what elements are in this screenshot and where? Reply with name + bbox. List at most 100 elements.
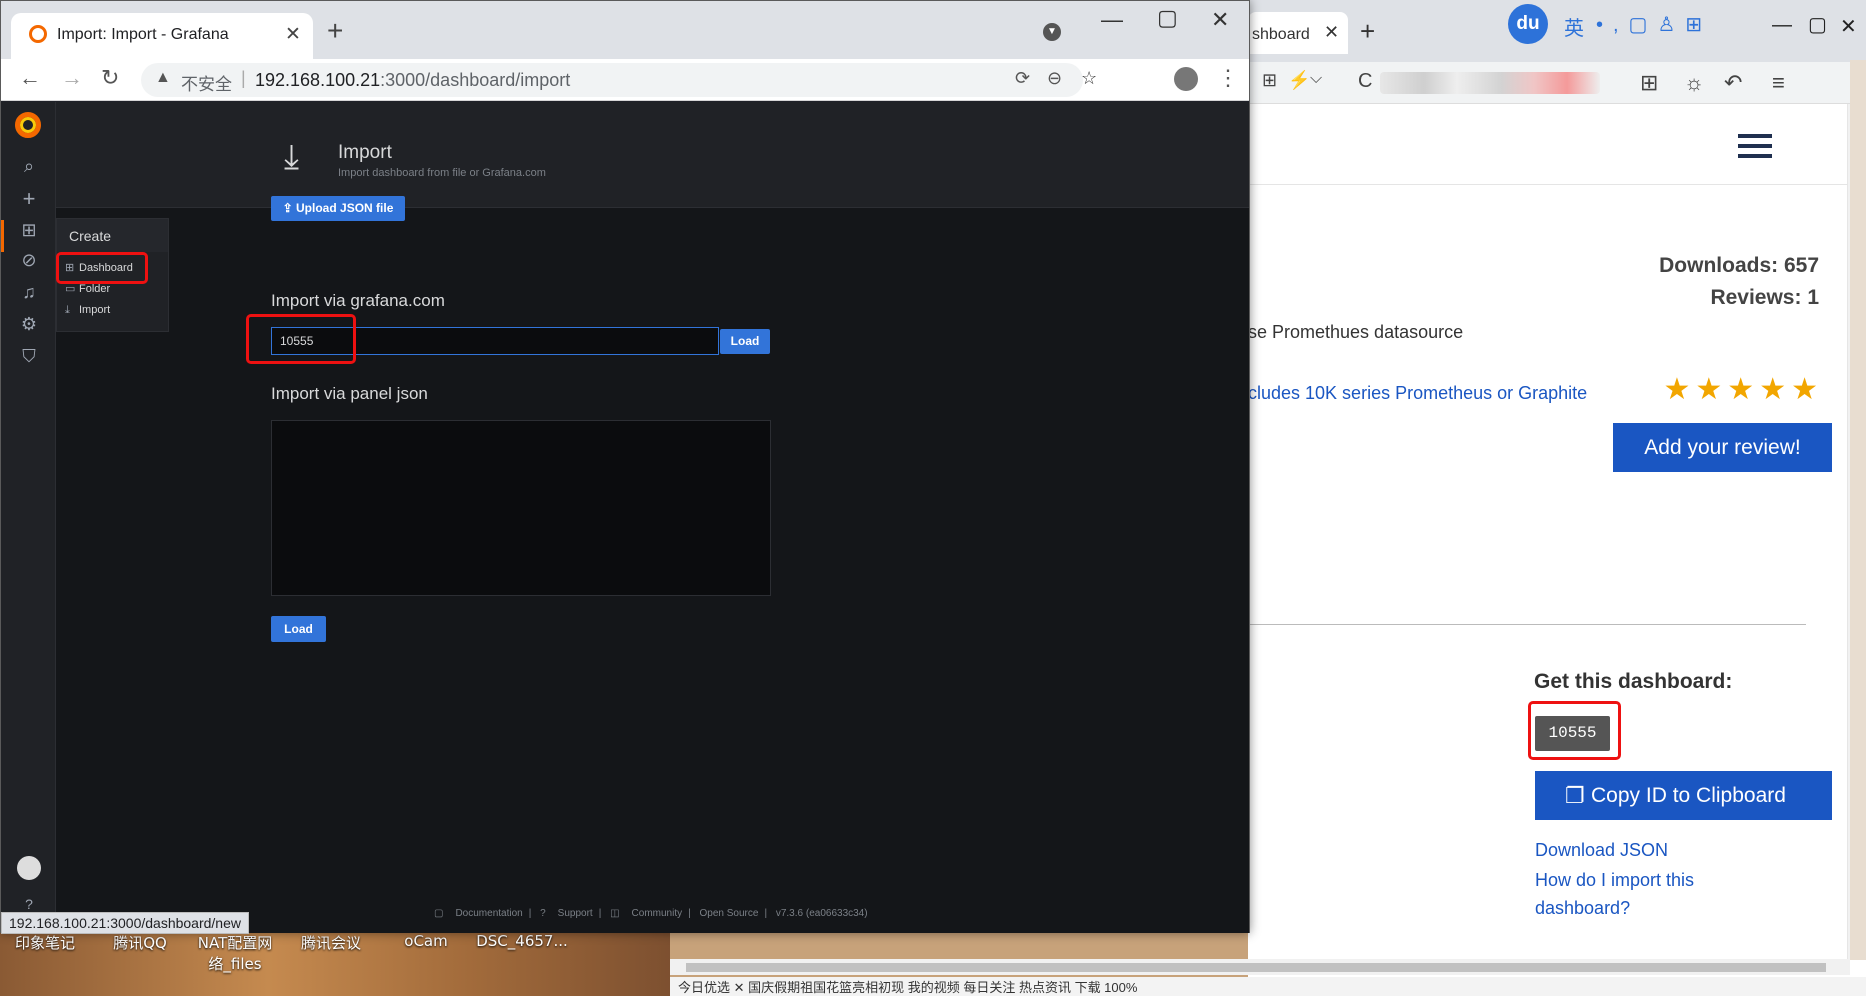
footer-community-link[interactable]: Community <box>632 908 683 919</box>
tab-search-icon[interactable]: ▼ <box>1043 23 1061 41</box>
panel-json-textarea[interactable] <box>271 420 771 596</box>
menu-icon[interactable]: ≡ <box>1772 70 1785 96</box>
separator: | <box>241 68 246 88</box>
get-dashboard-heading: Get this dashboard: <box>1534 670 1733 693</box>
right-browser-window: shboard ✕ + du 英 •,▢♙⊞ — ▢ ✕ ⊞ ⚡ ⌵ C ⊞ ☼… <box>1248 0 1866 996</box>
community-icon: ◫ <box>610 908 620 919</box>
server-admin-shield-icon[interactable]: ⛉ <box>18 346 40 367</box>
left-tab-bar: Import: Import - Grafana ✕ + ▼ — ▢ ✕ <box>1 1 1249 59</box>
rating-stars: ★★★★★ <box>1663 373 1823 406</box>
url-text[interactable]: 192.168.100.21:3000/dashboard/import <box>255 70 570 91</box>
new-tab-icon[interactable]: + <box>1360 16 1375 47</box>
import-download-icon: ⤓ <box>284 138 300 176</box>
highlight-box <box>1528 701 1621 760</box>
search-icon[interactable]: ⌕ <box>18 156 40 177</box>
plus-icon[interactable]: + <box>18 186 40 212</box>
desktop-icon-label[interactable]: NAT配置网络_files <box>192 932 278 974</box>
maximize-icon[interactable]: ▢ <box>1157 5 1178 31</box>
chrome-menu-icon[interactable]: ⋮ <box>1217 65 1239 91</box>
blurred-search-bar[interactable] <box>1380 72 1600 94</box>
clipboard-icon: ❐ <box>1565 783 1585 808</box>
footer: ▢ Documentation | ? Support | ◫ Community | Op… <box>434 908 868 919</box>
description-link[interactable]: cludes 10K series Prometheus or Graphite <box>1248 383 1587 404</box>
grafana-logo-icon[interactable] <box>15 112 41 138</box>
translate-icon[interactable]: ⟳ <box>1015 68 1030 89</box>
horizontal-scrollbar[interactable] <box>670 959 1850 975</box>
reviews-count: Reviews: 1 <box>1710 286 1819 309</box>
insecure-label[interactable]: 不安全 <box>181 70 232 95</box>
menu-item-import[interactable]: ⤓ Import <box>65 304 110 317</box>
desktop-icon-label[interactable]: 腾讯QQ <box>108 932 172 953</box>
back-icon[interactable]: ← <box>19 65 41 91</box>
close-tab-icon[interactable]: ✕ <box>285 23 301 46</box>
grafana-tab[interactable]: Import: Import - Grafana ✕ <box>11 13 313 59</box>
undo-icon[interactable]: ↶ <box>1724 70 1742 96</box>
create-menu-header[interactable]: Create <box>57 219 168 252</box>
grid-icon[interactable]: ⊞ <box>1640 70 1658 96</box>
ime-toolbar-icons[interactable]: •,▢♙⊞ <box>1596 12 1712 37</box>
download-json-link[interactable]: Download JSON <box>1535 840 1668 861</box>
reload-icon[interactable]: ↻ <box>101 65 119 91</box>
header-divider <box>1248 184 1848 185</box>
minimize-icon[interactable]: — <box>1772 14 1792 37</box>
apps-icon[interactable]: ⊞ <box>1262 70 1277 91</box>
brightness-icon[interactable]: ☼ <box>1684 70 1704 96</box>
upload-json-button[interactable]: ⇪ Upload JSON file <box>271 196 405 221</box>
forward-icon[interactable]: → <box>61 65 83 91</box>
zoom-icon[interactable]: ⊖ <box>1047 68 1062 89</box>
grafana-app: ⌕ + ⊞ ⊘ ♫ ⚙ ⛉ ? ⤓ Import Import dashboar… <box>1 102 1249 933</box>
configuration-gear-icon[interactable]: ⚙ <box>18 314 40 335</box>
menu-item-label: Folder <box>79 283 111 295</box>
right-browser-tab[interactable]: shboard ✕ <box>1248 12 1348 54</box>
downloads-count: Downloads: 657 <box>1659 254 1819 277</box>
maximize-icon[interactable]: ▢ <box>1808 12 1827 37</box>
upload-icon: ⇪ <box>282 201 297 215</box>
explore-compass-icon[interactable]: ⊘ <box>18 250 40 271</box>
alerting-bell-icon[interactable]: ♫ <box>18 282 40 303</box>
load-json-button[interactable]: Load <box>271 616 326 642</box>
url-path: :3000/dashboard/import <box>380 70 571 90</box>
warning-icon[interactable]: ▲ <box>155 69 171 87</box>
grafana-com-page: Downloads: 657 Reviews: 1 ★★★★★ se Prome… <box>1248 104 1848 959</box>
user-avatar[interactable] <box>17 856 41 880</box>
close-tab-icon[interactable]: ✕ <box>1324 22 1339 43</box>
load-button[interactable]: Load <box>720 329 770 354</box>
panel-json-label: Import via panel json <box>271 384 428 403</box>
grafana-sidebar: ⌕ + ⊞ ⊘ ♫ ⚙ ⛉ ? <box>1 102 56 933</box>
copy-id-button[interactable]: ❐ Copy ID to Clipboard <box>1535 771 1832 820</box>
hamburger-menu-icon[interactable] <box>1738 134 1772 158</box>
desktop-icon-label[interactable]: 腾讯会议 <box>296 932 366 953</box>
browser-status-bar: 今日优选 ✕ 国庆假期祖国花篮亮相初现 我的视频 每日关注 热点资讯 下载 10… <box>670 977 1866 996</box>
address-bar[interactable]: ▲ 不安全 | 192.168.100.21:3000/dashboard/im… <box>141 63 1097 97</box>
close-window-icon[interactable]: ✕ <box>1840 14 1857 39</box>
baidu-ime-badge[interactable]: du <box>1508 4 1548 44</box>
footer-support-link[interactable]: Support <box>558 908 593 919</box>
add-review-button[interactable]: Add your review! <box>1613 423 1832 472</box>
page-title: Import <box>338 142 392 163</box>
tab-title: Import: Import - Grafana <box>57 26 229 43</box>
grafana-com-label: Import via grafana.com <box>271 291 445 310</box>
close-window-icon[interactable]: ✕ <box>1211 7 1229 33</box>
profile-avatar[interactable] <box>1174 67 1198 91</box>
scrollbar-thumb[interactable] <box>686 963 1826 972</box>
dashboards-grid-icon[interactable]: ⊞ <box>18 220 40 241</box>
right-tab-bar: shboard ✕ + du 英 •,▢♙⊞ — ▢ ✕ <box>1248 0 1866 62</box>
speed-icon[interactable]: ⚡ <box>1288 70 1310 91</box>
highlight-box <box>56 252 148 284</box>
grafana-favicon-icon <box>29 25 47 43</box>
help-icon[interactable]: ? <box>18 896 40 912</box>
ime-language-toggle[interactable]: 英 <box>1564 12 1584 41</box>
minimize-icon[interactable]: — <box>1101 7 1123 33</box>
footer-open-source-link[interactable]: Open Source <box>700 908 759 919</box>
how-import-link[interactable]: How do I import this dashboard? <box>1535 866 1735 922</box>
chevron-down-icon[interactable]: ⌵ <box>1310 70 1322 88</box>
link-hover-url: 192.168.100.21:3000/dashboard/new <box>1 912 249 934</box>
new-tab-icon[interactable]: + <box>327 15 343 47</box>
desktop-icon-label[interactable]: oCam <box>398 932 454 950</box>
footer-documentation-link[interactable]: Documentation <box>455 908 522 919</box>
desktop-icon-label[interactable]: 印象笔记 <box>10 932 80 953</box>
bookmark-star-icon[interactable]: ☆ <box>1081 68 1097 89</box>
desktop-icon-label[interactable]: DSC_4657... <box>474 932 570 950</box>
section-divider <box>1248 624 1806 625</box>
menu-item-label: Import <box>79 304 111 316</box>
